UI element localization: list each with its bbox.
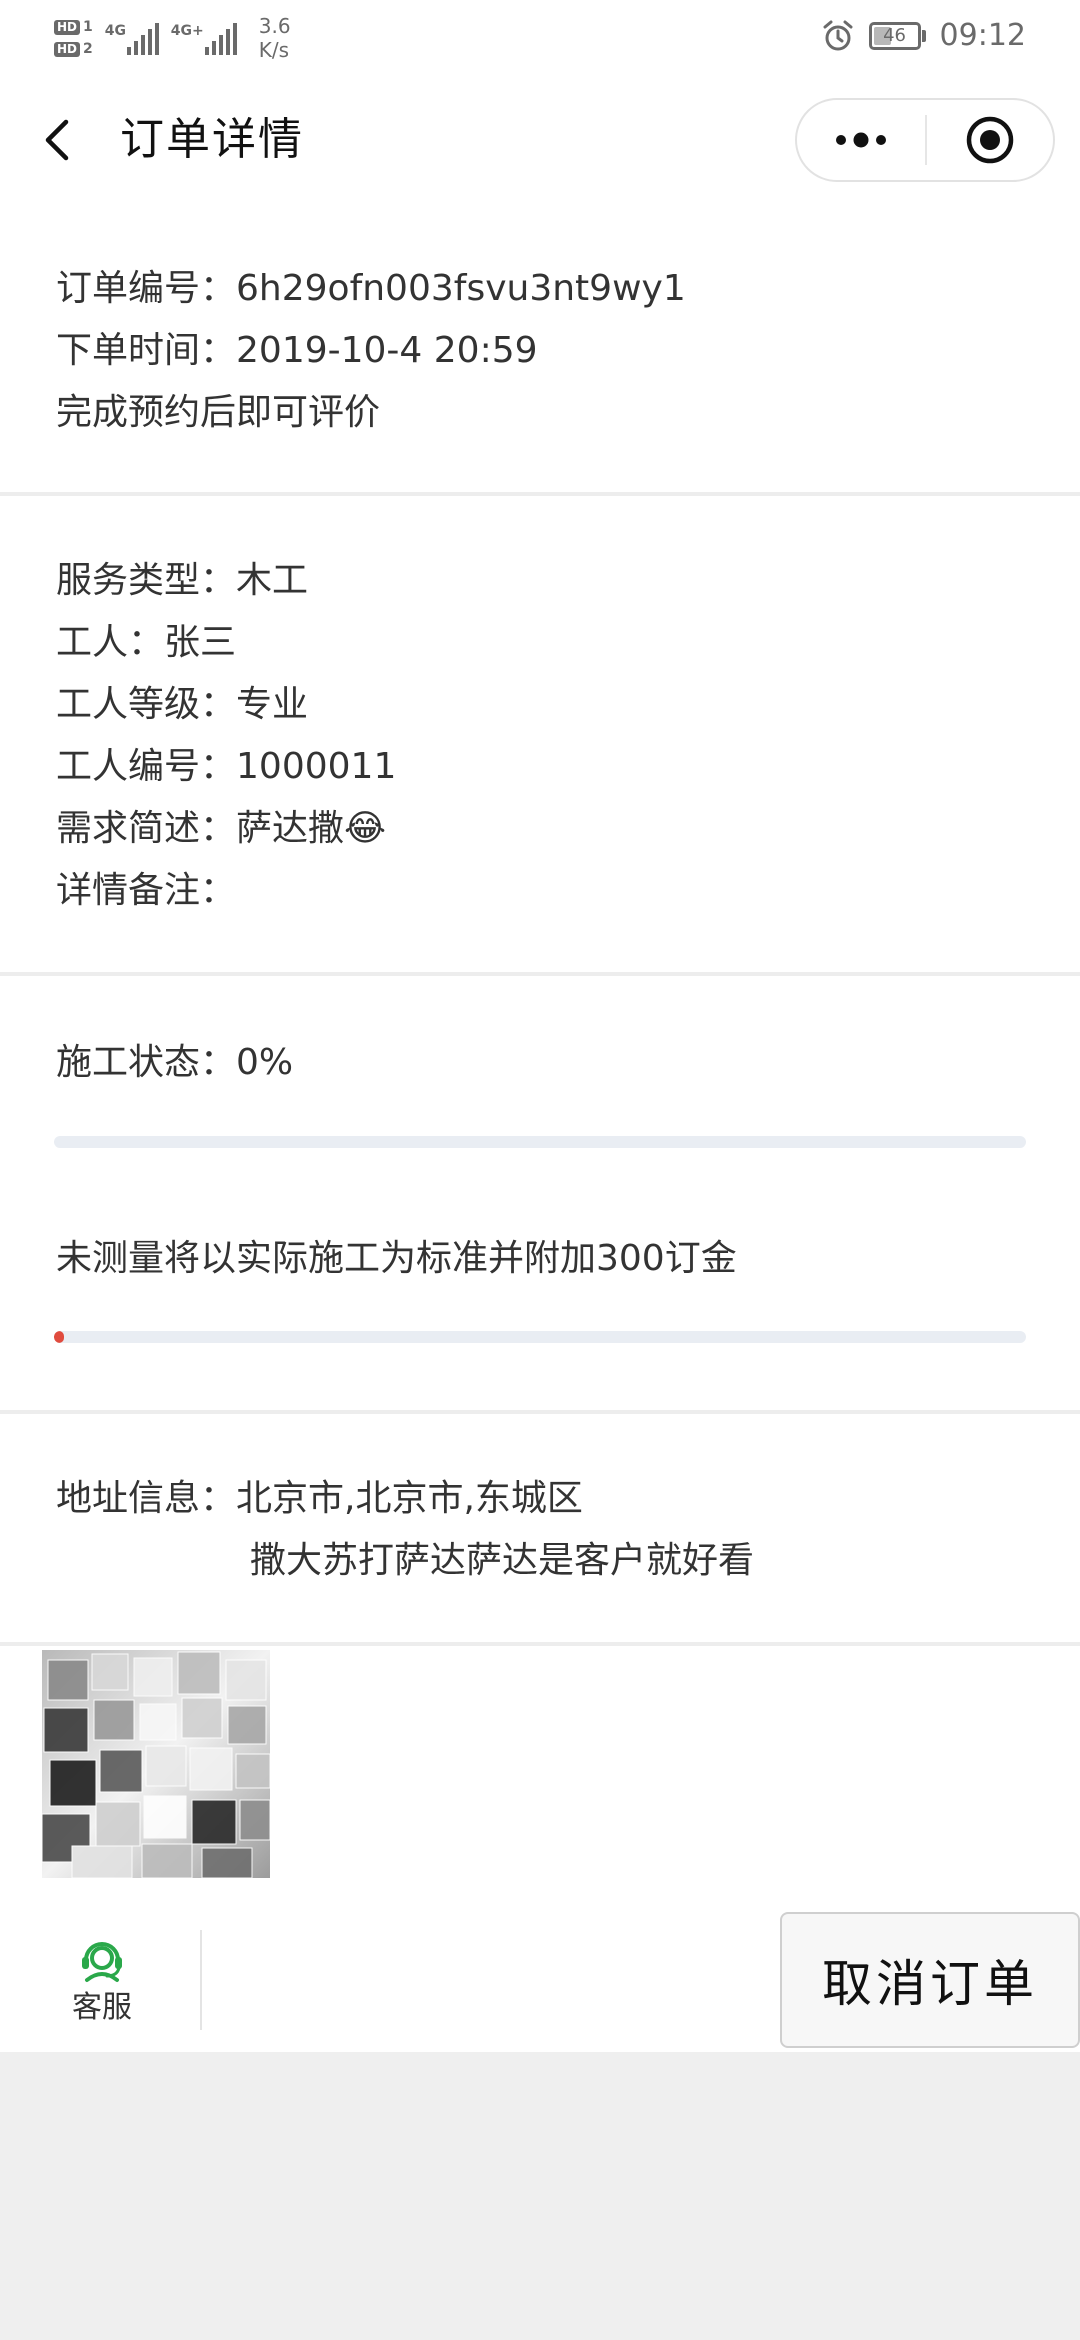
cancel-order-button[interactable]: 取消订单 [780, 1912, 1080, 2048]
address-row: 地址信息： 北京市,北京市,东城区 [56, 1468, 1080, 1530]
worker-row: 工人： 张三 [56, 612, 1080, 674]
measure-note: 未测量将以实际施工为标准并附加300订金 [56, 1238, 737, 1279]
worker-level-row: 工人等级： 专业 [56, 674, 1080, 736]
address-line-1: 北京市,北京市,东城区 [236, 1478, 583, 1519]
service-info-section: 服务类型： 木工 工人： 张三 工人等级： 专业 工人编号： 1000011 需… [0, 550, 1080, 922]
hd-badges: HD 1 HD 2 [54, 19, 93, 57]
status-right: 46 09:12 [821, 18, 1026, 53]
battery-icon: 46 [868, 21, 921, 50]
more-button[interactable] [797, 100, 925, 180]
address-line-2-row: 撒大苏打萨达萨达是客户就好看 [56, 1530, 1080, 1592]
demand-row: 需求简述： 萨达撒😂 [56, 798, 1080, 860]
construction-progress-bar [54, 1136, 1026, 1148]
bottom-divider [200, 1930, 202, 2030]
worker-name: 张三 [164, 622, 237, 663]
back-button[interactable] [36, 110, 84, 170]
signal-icon: 4G [105, 21, 159, 55]
order-info-section: 订单编号： 6h29ofn003fsvu3nt9wy1 下单时间： 2019-1… [0, 258, 1080, 444]
construction-section: 施工状态： 0% [0, 1032, 1080, 1094]
remark-row: 详情备注： [56, 870, 237, 911]
construction-status-row: 施工状态： 0% [56, 1032, 1080, 1094]
section-divider [0, 492, 1080, 496]
measure-progress-bar [54, 1331, 1026, 1343]
back-arrow-icon [45, 119, 69, 161]
order-time: 2019-10-4 20:59 [236, 330, 538, 371]
measure-note-section: 未测量将以实际施工为标准并附加300订金 [0, 1228, 1080, 1290]
review-hint: 完成预约后即可评价 [56, 392, 381, 433]
customer-service-label: 客服 [72, 1990, 132, 2025]
order-number-row: 订单编号： 6h29ofn003fsvu3nt9wy1 [56, 258, 1080, 320]
section-divider [0, 1642, 1080, 1646]
service-type-row: 服务类型： 木工 [56, 550, 1080, 612]
customer-service-icon [82, 1942, 122, 1982]
order-time-row: 下单时间： 2019-10-4 20:59 [56, 320, 1080, 382]
worker-number: 1000011 [236, 746, 397, 787]
nav-bar: 订单详情 [0, 74, 1080, 206]
alarm-icon [823, 20, 853, 50]
demand-text: 萨达撒😂 [236, 808, 387, 849]
cubes-image [42, 1650, 270, 1878]
network-type-2: 4G+ [170, 23, 204, 39]
page-title: 订单详情 [120, 114, 304, 165]
worker-number-row: 工人编号： 1000011 [56, 736, 1080, 798]
section-divider [0, 1410, 1080, 1414]
signal-icon: 4G+ [171, 21, 237, 55]
hd-badge-1: HD 1 [54, 19, 93, 35]
worker-level: 专业 [236, 684, 309, 725]
measure-progress-fill [54, 1331, 64, 1343]
close-mini-program-button[interactable] [927, 100, 1053, 180]
status-left: HD 1 HD 2 4G 4G+ 3.6 K/s [54, 14, 291, 62]
network-speed: 3.6 K/s [258, 14, 291, 62]
service-type: 木工 [236, 560, 309, 601]
battery-tip [921, 29, 926, 42]
address-line-2: 撒大苏打萨达萨达是客户就好看 [250, 1540, 755, 1581]
mini-program-capsule [795, 98, 1055, 182]
clock: 09:12 [939, 18, 1026, 53]
close-target-icon [966, 116, 1014, 164]
hd-badge-2: HD 2 [54, 41, 93, 57]
address-section: 地址信息： 北京市,北京市,东城区 撒大苏打萨达萨达是客户就好看 [0, 1468, 1080, 1592]
section-divider [0, 972, 1080, 976]
status-bar: HD 1 HD 2 4G 4G+ 3.6 K/s 46 09:12 [0, 0, 1080, 74]
construction-status: 0% [236, 1042, 294, 1083]
order-number: 6h29ofn003fsvu3nt9wy1 [236, 268, 686, 309]
bottom-action-bar: 客服 取消订单 [0, 1912, 1080, 2052]
customer-service-button[interactable]: 客服 [50, 1934, 154, 2044]
more-dots-icon [836, 132, 886, 148]
order-photo[interactable] [42, 1650, 270, 1878]
network-type-1: 4G [104, 23, 126, 39]
